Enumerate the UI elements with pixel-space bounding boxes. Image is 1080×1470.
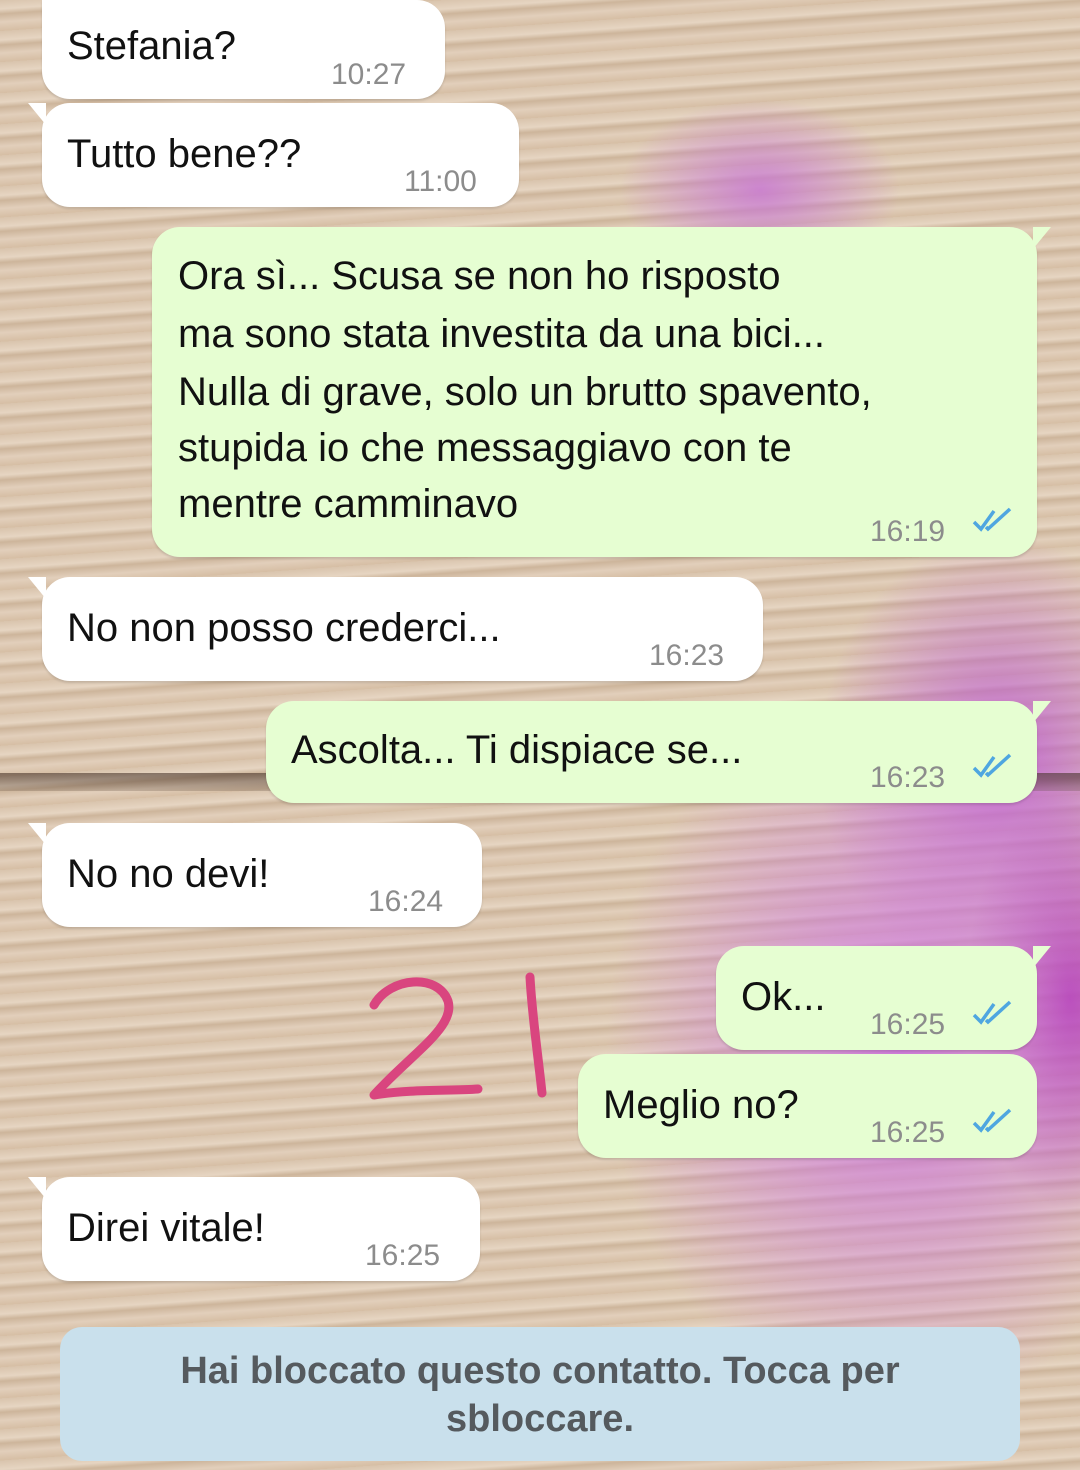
message-text-line: stupida io che messaggiavo con te <box>178 426 792 470</box>
message-bubble-incoming[interactable]: Stefania? 10:27 <box>42 0 445 99</box>
message-time: 10:27 <box>331 58 407 91</box>
bubble-tail <box>28 103 46 125</box>
message-bubble-outgoing[interactable]: Ascolta... Ti dispiace se... 16:23 <box>266 701 1051 803</box>
message-bubble-outgoing[interactable]: Ok... 16:25 <box>716 946 1051 1050</box>
message-text-line: Ora sì... Scusa se non ho risposto <box>178 254 781 298</box>
message-text: Ascolta... Ti dispiace se... <box>291 728 743 772</box>
message-time: 16:25 <box>870 1116 946 1149</box>
message-bubble-outgoing[interactable]: Ora sì... Scusa se non ho risposto ma so… <box>152 227 1051 557</box>
message-text: No non posso crederci... <box>67 606 501 650</box>
message-text: Stefania? <box>67 24 237 68</box>
handwritten-annotation <box>369 972 547 1100</box>
bubble-tail <box>1033 701 1051 723</box>
double-check-icon <box>972 753 1012 778</box>
double-check-icon <box>972 507 1012 532</box>
double-check-icon <box>972 1108 1012 1133</box>
message-bubble-incoming[interactable]: No non posso crederci... 16:23 <box>28 577 763 681</box>
message-time: 16:25 <box>870 1008 946 1041</box>
message-text: Meglio no? <box>603 1083 799 1127</box>
message-bubble-incoming[interactable]: Tutto bene?? 11:00 <box>28 103 519 207</box>
message-time: 16:23 <box>870 761 946 794</box>
message-time: 11:00 <box>404 165 477 198</box>
message-text-line: ma sono stata investita da una bici... <box>178 312 826 356</box>
message-text: Direi vitale! <box>67 1206 265 1250</box>
message-bubble-incoming[interactable]: Direi vitale! 16:25 <box>28 1177 480 1281</box>
message-text-line: Nulla di grave, solo un brutto spavento, <box>178 370 872 414</box>
bubble-tail <box>1033 946 1051 968</box>
message-time: 16:25 <box>365 1239 441 1272</box>
message-time: 16:19 <box>870 515 946 548</box>
message-bubble-outgoing[interactable]: Meglio no? 16:25 <box>578 1054 1037 1158</box>
banner-text-line: sbloccare. <box>446 1398 634 1440</box>
message-time: 16:23 <box>649 639 725 672</box>
message-time: 16:24 <box>368 885 444 918</box>
bubble-tail <box>1033 227 1051 249</box>
double-check-icon <box>972 1000 1012 1025</box>
bubble-tail <box>28 823 46 845</box>
blocked-contact-banner[interactable]: Hai bloccato questo contatto. Tocca per … <box>60 1327 1020 1461</box>
banner-text-line: Hai bloccato questo contatto. Tocca per <box>180 1350 900 1392</box>
message-text-line: mentre camminavo <box>178 482 519 526</box>
message-text: No no devi! <box>67 852 270 896</box>
bubble-tail <box>28 1177 46 1199</box>
message-text: Ok... <box>741 975 826 1019</box>
message-text: Tutto bene?? <box>67 132 302 176</box>
bubble-tail <box>28 577 46 599</box>
message-bubble-incoming[interactable]: No no devi! 16:24 <box>28 823 482 927</box>
